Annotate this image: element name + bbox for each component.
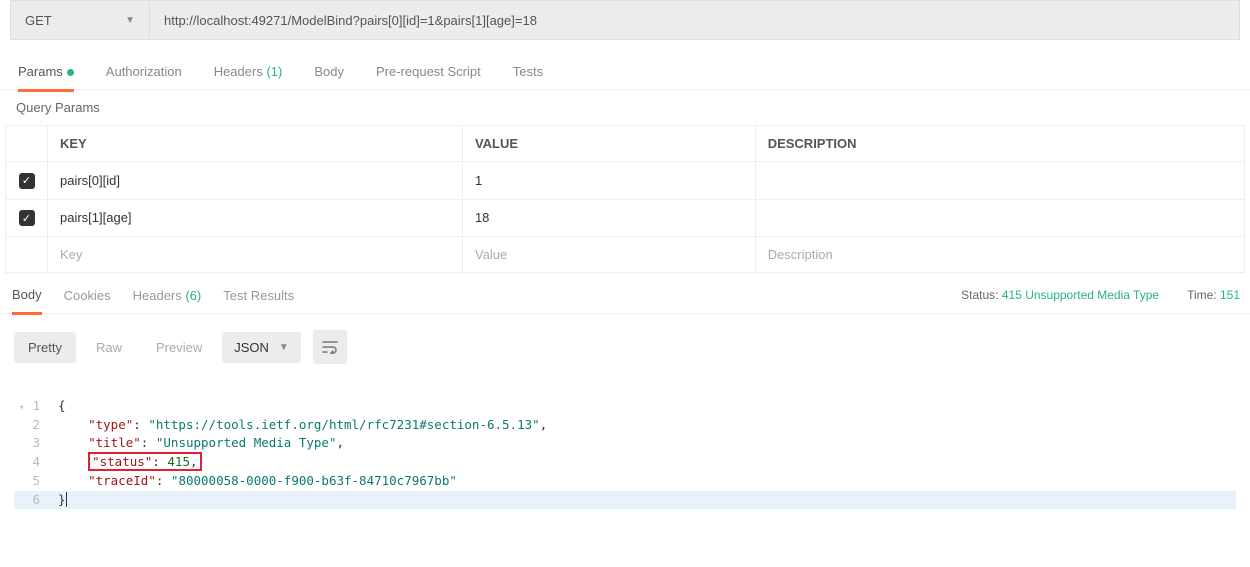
param-desc-cell[interactable] [755,199,1244,237]
resp-tab-body[interactable]: Body [12,287,42,315]
param-key-cell[interactable]: pairs[1][age] [48,199,463,237]
resp-tab-headers[interactable]: Headers (6) [133,288,202,303]
col-check [6,126,48,162]
status-value: 415 Unsupported Media Type [1002,288,1159,302]
text-cursor [66,492,75,507]
chevron-down-icon: ▼ [125,15,135,26]
query-params-title: Query Params [0,90,1250,125]
http-method-label: GET [25,13,52,28]
time-value: 151 [1220,288,1240,302]
col-key: KEY [48,126,463,162]
response-body[interactable]: 1{ 2 "type": "https://tools.ietf.org/htm… [0,378,1250,542]
table-row: ✓ pairs[1][age] 18 [6,199,1245,237]
tab-prerequest[interactable]: Pre-request Script [376,64,481,79]
url-value: http://localhost:49271/ModelBind?pairs[0… [164,13,537,28]
view-pretty[interactable]: Pretty [14,332,76,363]
wrap-icon[interactable] [313,330,347,364]
col-description: DESCRIPTION [755,126,1244,162]
tab-params[interactable]: Params [18,64,74,92]
param-value-cell[interactable]: 18 [462,199,755,237]
time-meta: Time: 151 [1187,288,1240,302]
table-row: ✓ pairs[0][id] 1 [6,162,1245,200]
row-checkbox[interactable]: ✓ [19,210,35,226]
query-params-table: KEY VALUE DESCRIPTION ✓ pairs[0][id] 1 ✓… [5,125,1245,273]
resp-tab-results[interactable]: Test Results [223,288,294,303]
params-modified-dot-icon [67,69,74,76]
param-value-cell[interactable]: 1 [462,162,755,200]
tab-headers[interactable]: Headers (1) [214,64,283,79]
resp-tab-cookies[interactable]: Cookies [64,288,111,303]
row-checkbox[interactable]: ✓ [19,173,35,189]
tab-tests[interactable]: Tests [513,64,543,79]
highlight-box: "status": 415, [88,452,201,471]
view-preview[interactable]: Preview [142,332,216,363]
tab-authorization[interactable]: Authorization [106,64,182,79]
chevron-down-icon: ▼ [279,342,289,353]
view-raw[interactable]: Raw [82,332,136,363]
param-desc-cell[interactable]: Description [755,237,1244,273]
format-select[interactable]: JSON ▼ [222,332,301,363]
param-key-cell[interactable]: pairs[0][id] [48,162,463,200]
col-value: VALUE [462,126,755,162]
resp-headers-count: (6) [185,288,201,303]
param-value-cell[interactable]: Value [462,237,755,273]
http-method-select[interactable]: GET ▼ [10,0,150,40]
headers-count: (1) [266,64,282,79]
url-input[interactable]: http://localhost:49271/ModelBind?pairs[0… [150,0,1240,40]
status-meta: Status: 415 Unsupported Media Type [961,288,1159,302]
param-key-cell[interactable]: Key [48,237,463,273]
table-row-new: Key Value Description [6,237,1245,273]
tab-body[interactable]: Body [314,64,344,79]
param-desc-cell[interactable] [755,162,1244,200]
